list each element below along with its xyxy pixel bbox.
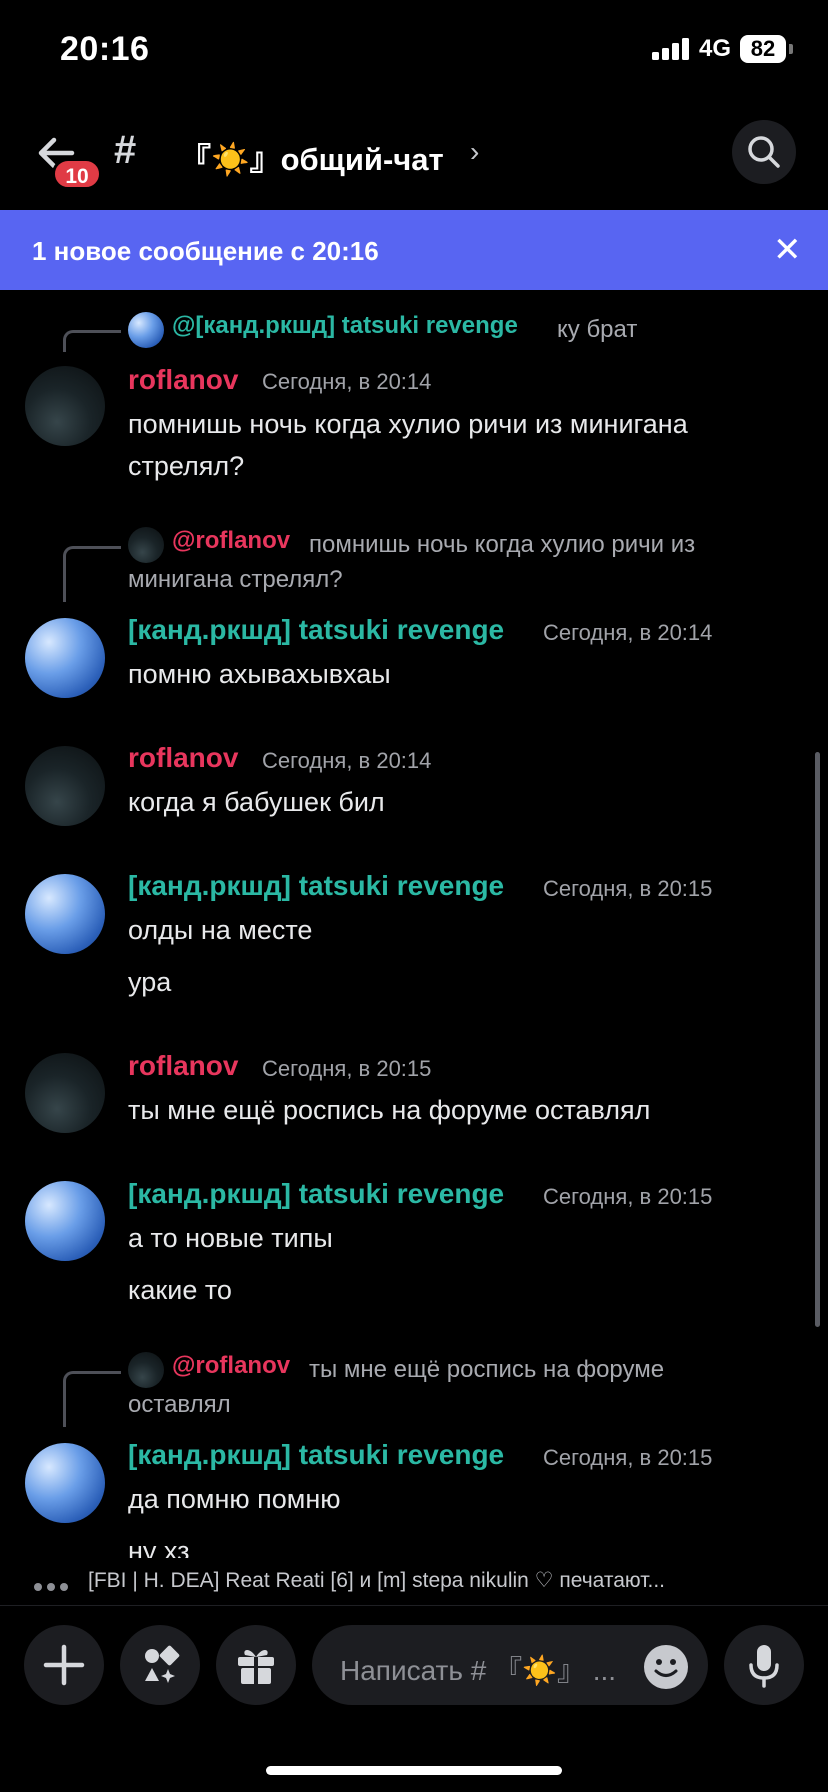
avatar[interactable] (25, 1443, 105, 1523)
message-text: ты мне ещё роспись на форуме оставлял (128, 1095, 651, 1125)
reply-avatar (128, 1352, 164, 1388)
hashtag-icon: # (114, 128, 137, 172)
home-indicator[interactable] (266, 1766, 562, 1775)
new-messages-banner[interactable]: 1 новое сообщение с 20:16 ✕ (0, 210, 828, 290)
channel-title[interactable]: 『☀️』общий-чат (180, 134, 444, 179)
author-name[interactable]: [канд.ркшд] tatsuki revenge (128, 870, 504, 902)
smile-icon (654, 1659, 678, 1677)
status-time: 20:16 (60, 30, 150, 68)
scrollbar[interactable] (815, 752, 820, 1327)
reply-avatar (128, 527, 164, 563)
apps-icon (145, 1645, 180, 1683)
reply-preview-cont: оставлял (128, 1391, 231, 1418)
timestamp: Сегодня, в 20:14 (262, 369, 432, 394)
add-attachment-button[interactable] (24, 1625, 104, 1705)
message-text: да помню помню (128, 1484, 341, 1514)
avatar[interactable] (25, 366, 105, 446)
emoji-button[interactable] (644, 1645, 688, 1689)
apps-button[interactable] (120, 1625, 200, 1705)
microphone-icon (749, 1645, 779, 1688)
reply-mention[interactable]: @[канд.ркшд] tatsuki revenge (172, 312, 518, 340)
avatar[interactable] (25, 746, 105, 826)
close-icon[interactable]: ✕ (773, 230, 802, 270)
author-name[interactable]: roflanov (128, 1050, 238, 1082)
message-text: олды на месте (128, 915, 313, 945)
message-input[interactable]: Написать # 『☀️』 ... (312, 1625, 708, 1705)
chevron-right-icon[interactable]: › (470, 136, 479, 168)
author-name[interactable]: [канд.ркшд] tatsuki revenge (128, 614, 504, 646)
message-text: ура (128, 967, 172, 997)
reply-preview: ку брат (557, 316, 638, 343)
message-text: а то новые типы (128, 1223, 333, 1253)
status-bar: 20:16 4G 82 (0, 0, 828, 100)
search-icon (748, 136, 780, 168)
message-input-placeholder: Написать # 『☀️』 ... (340, 1655, 617, 1686)
timestamp: Сегодня, в 20:14 (262, 748, 432, 773)
reply-connector (63, 330, 121, 352)
typing-indicator: [FBI | H. DEA] Reat Reati [6] и [m] step… (0, 1558, 828, 1606)
reply-preview: помнишь ночь когда хулио ричи из (309, 531, 696, 558)
author-name[interactable]: roflanov (128, 364, 238, 396)
reply-preview-cont: минигана стрелял? (128, 566, 343, 593)
typing-dots-icon (34, 1578, 73, 1596)
timestamp: Сегодня, в 20:15 (543, 1445, 713, 1470)
message-text: ну хз (128, 1536, 190, 1558)
timestamp: Сегодня, в 20:15 (543, 1184, 713, 1209)
message-feed[interactable]: @[канд.ркшд] tatsuki revenge ку брат rof… (0, 290, 828, 1558)
reply-connector (63, 1371, 121, 1427)
battery-cap (789, 44, 793, 54)
avatar[interactable] (25, 618, 105, 698)
battery-icon: 82 (740, 35, 786, 63)
reply-mention[interactable]: @roflanov (172, 527, 290, 555)
avatar[interactable] (25, 874, 105, 954)
message-composer: Написать # 『☀️』 ... (0, 1620, 828, 1720)
author-name[interactable]: [канд.ркшд] tatsuki revenge (128, 1178, 504, 1210)
avatar[interactable] (25, 1181, 105, 1261)
search-button[interactable] (732, 120, 796, 184)
timestamp: Сегодня, в 20:15 (262, 1056, 432, 1081)
reply-connector (63, 546, 121, 602)
timestamp: Сегодня, в 20:15 (543, 876, 713, 901)
message-text: когда я бабушек бил (128, 787, 385, 817)
new-messages-text: 1 новое сообщение с 20:16 (32, 236, 379, 266)
signal-icon (652, 38, 692, 60)
voice-message-button[interactable] (724, 1625, 804, 1705)
plus-icon (43, 1644, 85, 1686)
reply-preview: ты мне ещё роспись на форуме (309, 1356, 665, 1383)
message-text: какие то (128, 1275, 232, 1305)
avatar[interactable] (25, 1053, 105, 1133)
message-text: стрелял? (128, 451, 245, 481)
channel-header: 10 # 『☀️』общий-чат › (0, 100, 828, 210)
reply-avatar (128, 312, 164, 348)
unread-badge: 10 (52, 158, 102, 190)
author-name[interactable]: roflanov (128, 742, 238, 774)
reply-mention[interactable]: @roflanov (172, 1352, 290, 1380)
typing-text: [FBI | H. DEA] Reat Reati [6] и [m] step… (88, 1569, 665, 1592)
timestamp: Сегодня, в 20:14 (543, 620, 713, 645)
message-text: помнишь ночь когда хулио ричи из миниган… (128, 409, 688, 439)
network-type: 4G (699, 35, 732, 62)
gift-icon (238, 1650, 274, 1684)
message-text: помню ахывахывхаы (128, 659, 391, 689)
gift-button[interactable] (216, 1625, 296, 1705)
author-name[interactable]: [канд.ркшд] tatsuki revenge (128, 1439, 504, 1471)
